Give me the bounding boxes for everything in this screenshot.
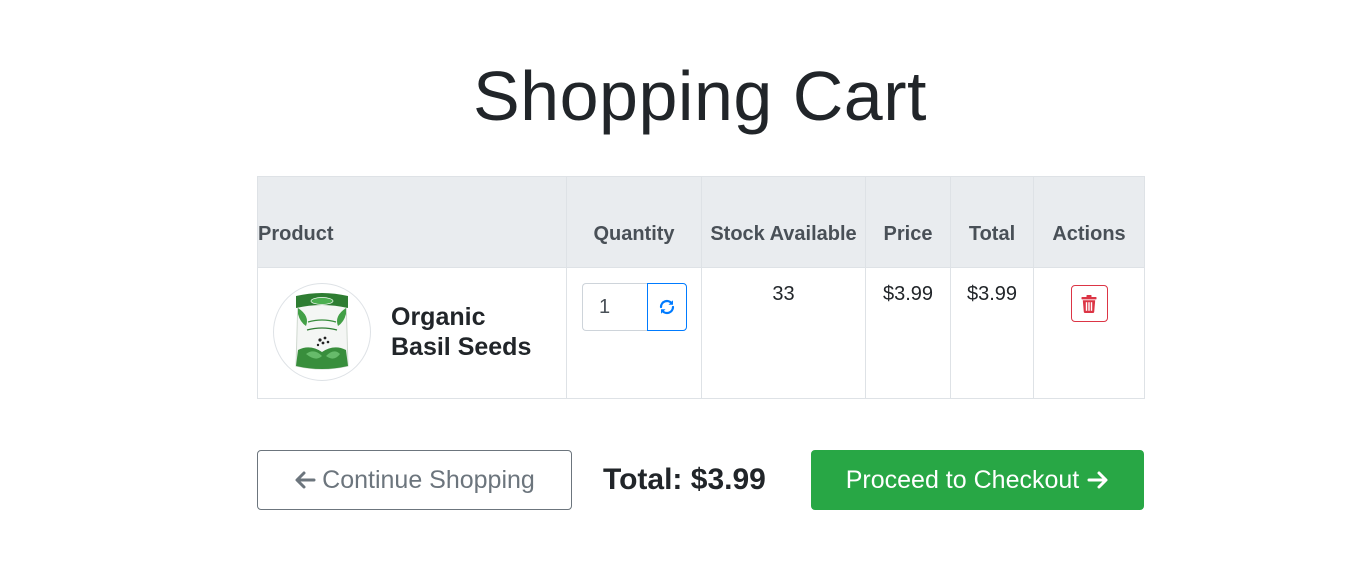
column-header-product: Product (257, 176, 567, 268)
cart-footer: Continue Shopping Total: $3.99 Proceed t… (257, 450, 1144, 510)
cart-item-row: Organic Basil Seeds 1 33 $3.99 $3.99 (257, 267, 1145, 399)
shopping-cart-page: Shopping Cart Product Quantity Stock Ava… (0, 0, 1351, 576)
checkout-label: Proceed to Checkout (845, 465, 1080, 494)
arrow-left-icon (294, 470, 316, 490)
column-header-stock: Stock Available (701, 176, 866, 268)
stock-available-cell: 33 (701, 267, 866, 399)
price-cell: $3.99 (865, 267, 951, 399)
cart-table: Product Quantity Stock Available Price T… (257, 176, 1145, 399)
proceed-to-checkout-button[interactable]: Proceed to Checkout (811, 450, 1144, 510)
trash-icon (1081, 294, 1097, 313)
remove-item-button[interactable] (1070, 285, 1108, 322)
product-cell: Organic Basil Seeds (257, 267, 567, 399)
cart-total: Total: $3.99 (603, 463, 766, 496)
column-header-actions: Actions (1033, 176, 1145, 268)
continue-shopping-label: Continue Shopping (322, 465, 535, 494)
continue-shopping-button[interactable]: Continue Shopping (257, 450, 572, 510)
update-quantity-button[interactable] (647, 283, 687, 331)
cart-header-row: Product Quantity Stock Available Price T… (257, 176, 1145, 268)
quantity-input[interactable] (582, 283, 647, 331)
column-header-price: Price (865, 176, 951, 268)
actions-cell (1033, 267, 1145, 399)
product-name[interactable]: Organic Basil Seeds (391, 302, 551, 362)
column-header-quantity: Quantity (566, 176, 702, 268)
basil-seeds-package-icon (295, 293, 349, 370)
refresh-icon (659, 299, 675, 315)
column-header-total: Total (950, 176, 1034, 268)
product-image (273, 283, 371, 381)
line-total-cell: $3.99 (950, 267, 1034, 399)
quantity-cell (566, 267, 702, 399)
quantity-group (582, 283, 701, 331)
page-title: Shopping Cart (472, 57, 927, 135)
arrow-right-icon (1087, 470, 1109, 490)
